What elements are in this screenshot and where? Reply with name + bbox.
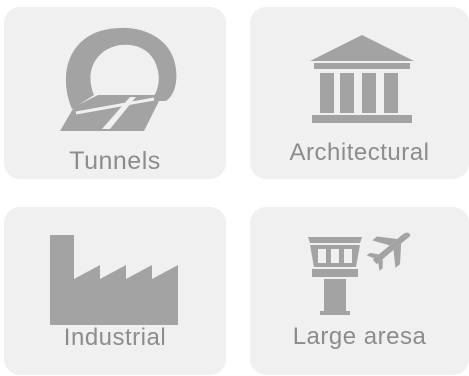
tile-label: Large aresa [292, 323, 427, 350]
tunnel-icon [60, 27, 177, 131]
tile-architectural[interactable]: Architectural [250, 7, 469, 179]
tile-label: Tunnels [69, 147, 161, 175]
tile-label: Industrial [63, 324, 167, 351]
tile-tunnels[interactable]: Tunnels [4, 7, 226, 179]
tile-industrial[interactable]: Industrial [4, 207, 226, 375]
factory-icon [50, 235, 178, 325]
control-tower-airplane-icon [308, 232, 411, 315]
tile-label: Architectural [289, 139, 430, 166]
tile-large-areas[interactable]: Large aresa [250, 207, 469, 375]
columns-building-icon [310, 35, 414, 123]
